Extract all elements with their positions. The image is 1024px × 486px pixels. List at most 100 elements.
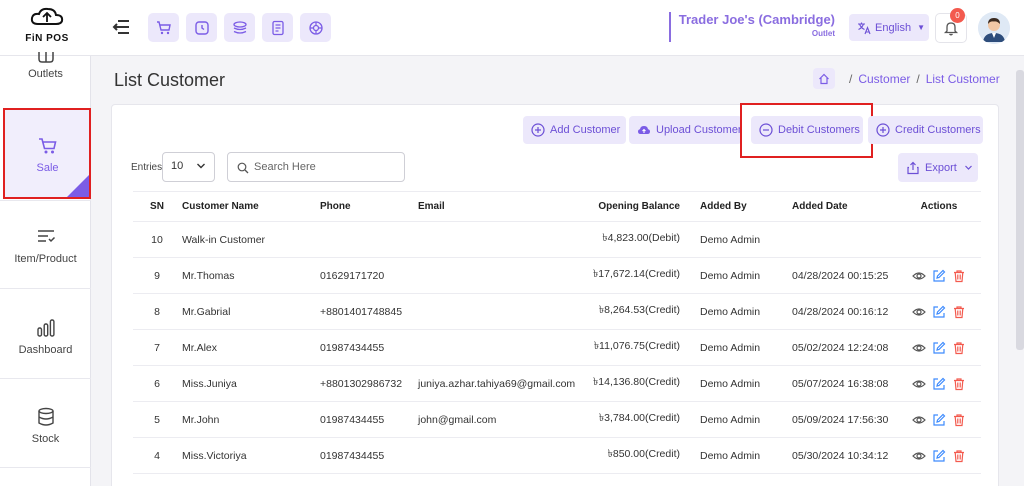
- quick-receipt-button[interactable]: [262, 13, 293, 42]
- add-customer-button[interactable]: Add Customer: [523, 116, 626, 144]
- delete-icon[interactable]: [952, 305, 966, 319]
- cell-added-date: 05/02/2024 12:24:08: [792, 341, 889, 354]
- view-icon[interactable]: [912, 269, 926, 283]
- credit-customers-label: Credit Customers: [895, 124, 981, 136]
- cell-phone: 01987434455: [320, 449, 385, 462]
- sidebar-item-stock[interactable]: Stock: [0, 407, 91, 445]
- edit-icon[interactable]: [932, 449, 946, 463]
- edit-icon[interactable]: [932, 377, 946, 391]
- column-header-added-date[interactable]: Added Date: [792, 192, 848, 221]
- credit-customers-button[interactable]: Credit Customers: [868, 116, 983, 144]
- caret-down-icon: ▼: [917, 23, 925, 32]
- cell-customer-name: Mr.Alex: [182, 341, 218, 354]
- store-type: Outlet: [811, 29, 835, 38]
- export-dropdown[interactable]: Export: [898, 153, 978, 182]
- chevron-down-icon: [964, 165, 972, 170]
- column-header-actions: Actions: [920, 201, 958, 212]
- cell-email: juniya.azhar.tahiya69@gmail.com: [418, 377, 576, 390]
- cell-added-date: 05/09/2024 17:56:30: [792, 413, 889, 426]
- share-icon: [907, 161, 919, 174]
- cell-added-date: 05/30/2024 10:34:12: [792, 449, 889, 462]
- dashboard-icon: [36, 319, 55, 337]
- sidebar-item-sale-content: Sale: [2, 136, 93, 174]
- language-dropdown[interactable]: English ▼: [849, 14, 929, 41]
- delete-icon[interactable]: [952, 449, 966, 463]
- outlets-icon: [37, 52, 54, 63]
- delete-icon[interactable]: [952, 377, 966, 391]
- edit-icon[interactable]: [932, 305, 946, 319]
- cell-phone: 01987434455: [320, 413, 385, 426]
- plus-circle-icon: [876, 123, 890, 137]
- cell-actions: [910, 258, 968, 293]
- breadcrumb-separator: /: [916, 71, 920, 86]
- page-scrollbar[interactable]: [1016, 70, 1024, 350]
- sidebar-item-label: Stock: [31, 433, 60, 445]
- delete-icon[interactable]: [952, 269, 966, 283]
- view-icon[interactable]: [912, 341, 926, 355]
- entries-select[interactable]: 10: [162, 152, 215, 182]
- breadcrumb-home-button[interactable]: [813, 68, 835, 89]
- cell-opening-balance: ৳4,823.00(Debit): [602, 232, 680, 244]
- sidebar-item-sale[interactable]: Sale: [3, 108, 91, 199]
- cell-added-by: Demo Admin: [700, 233, 761, 246]
- cell-phone: +8801401748845: [320, 305, 403, 318]
- view-icon[interactable]: [912, 413, 926, 427]
- sidebar-item-outlets[interactable]: Outlets: [0, 52, 91, 80]
- column-header-name[interactable]: Customer Name: [182, 192, 259, 221]
- cell-added-date: 04/28/2024 00:15:25: [792, 269, 889, 282]
- cell-sn: 8: [154, 305, 160, 318]
- sidebar-item-label: Outlets: [28, 68, 63, 80]
- edit-icon[interactable]: [932, 341, 946, 355]
- store-name: Trader Joe's (Cambridge): [678, 12, 835, 27]
- cell-sn: 5: [154, 413, 160, 426]
- user-avatar[interactable]: [978, 12, 1010, 44]
- breadcrumb-customer-link[interactable]: Customer: [858, 72, 910, 86]
- quick-clock-button[interactable]: [186, 13, 217, 42]
- menu-toggle-icon[interactable]: [112, 17, 132, 37]
- clock-icon: [194, 20, 209, 35]
- breadcrumb-current: List Customer: [925, 71, 1000, 86]
- view-icon[interactable]: [912, 377, 926, 391]
- app-logo[interactable]: FiN POS: [22, 6, 72, 48]
- sidebar: Outlets Sale Item/Product Dashboard Stoc…: [0, 52, 91, 486]
- quick-support-button[interactable]: [300, 13, 331, 42]
- table-row: 7 Mr.Alex 01987434455 ৳11,076.75(Credit) Dem…: [133, 330, 981, 366]
- customer-table: SN Customer Name Phone Email Opening Bal…: [133, 191, 981, 474]
- search-input[interactable]: [254, 158, 399, 176]
- export-label: Export: [925, 161, 957, 174]
- sidebar-item-item-product[interactable]: Item/Product: [0, 227, 91, 265]
- logo-text: FiN POS: [25, 33, 69, 44]
- layers-icon: [232, 20, 247, 34]
- quick-cart-button[interactable]: [148, 13, 179, 42]
- view-icon[interactable]: [912, 305, 926, 319]
- cell-sn: 4: [154, 449, 160, 462]
- column-header-email[interactable]: Email: [418, 192, 445, 221]
- edit-icon[interactable]: [932, 269, 946, 283]
- table-row: 6 Miss.Juniya +8801302986732 juniya.azhar.t…: [133, 366, 981, 402]
- sidebar-item-label: Dashboard: [18, 344, 73, 356]
- store-selector[interactable]: Trader Joe's (Cambridge) Outlet: [669, 12, 837, 42]
- table-row: 8 Mr.Gabrial +8801401748845 ৳8,264.53(Credi…: [133, 294, 981, 330]
- column-header-balance[interactable]: Opening Balance: [573, 192, 680, 221]
- table-row: 4 Miss.Victoriya 01987434455 ৳850.00(Credit…: [133, 438, 981, 474]
- cell-opening-balance: ৳14,136.80(Credit): [593, 376, 680, 388]
- column-header-phone[interactable]: Phone: [320, 192, 351, 221]
- delete-icon[interactable]: [952, 413, 966, 427]
- sidebar-item-dashboard[interactable]: Dashboard: [0, 318, 91, 356]
- column-header-added-by[interactable]: Added By: [700, 192, 747, 221]
- breadcrumb: / Customer / List Customer: [813, 68, 1000, 89]
- translate-icon: [858, 22, 871, 34]
- view-icon[interactable]: [912, 449, 926, 463]
- plus-circle-icon: [531, 123, 545, 137]
- edit-icon[interactable]: [932, 413, 946, 427]
- cell-phone: 01987434455: [320, 341, 385, 354]
- column-header-sn[interactable]: SN: [143, 192, 171, 221]
- delete-icon[interactable]: [952, 341, 966, 355]
- upload-customer-button[interactable]: Upload Customer: [629, 116, 742, 144]
- database-icon: [37, 407, 54, 426]
- cell-sn: 6: [154, 377, 160, 390]
- entries-value: 10: [171, 160, 184, 172]
- search-box: [227, 152, 405, 182]
- cell-customer-name: Mr.Thomas: [182, 269, 235, 282]
- quick-layers-button[interactable]: [224, 13, 255, 42]
